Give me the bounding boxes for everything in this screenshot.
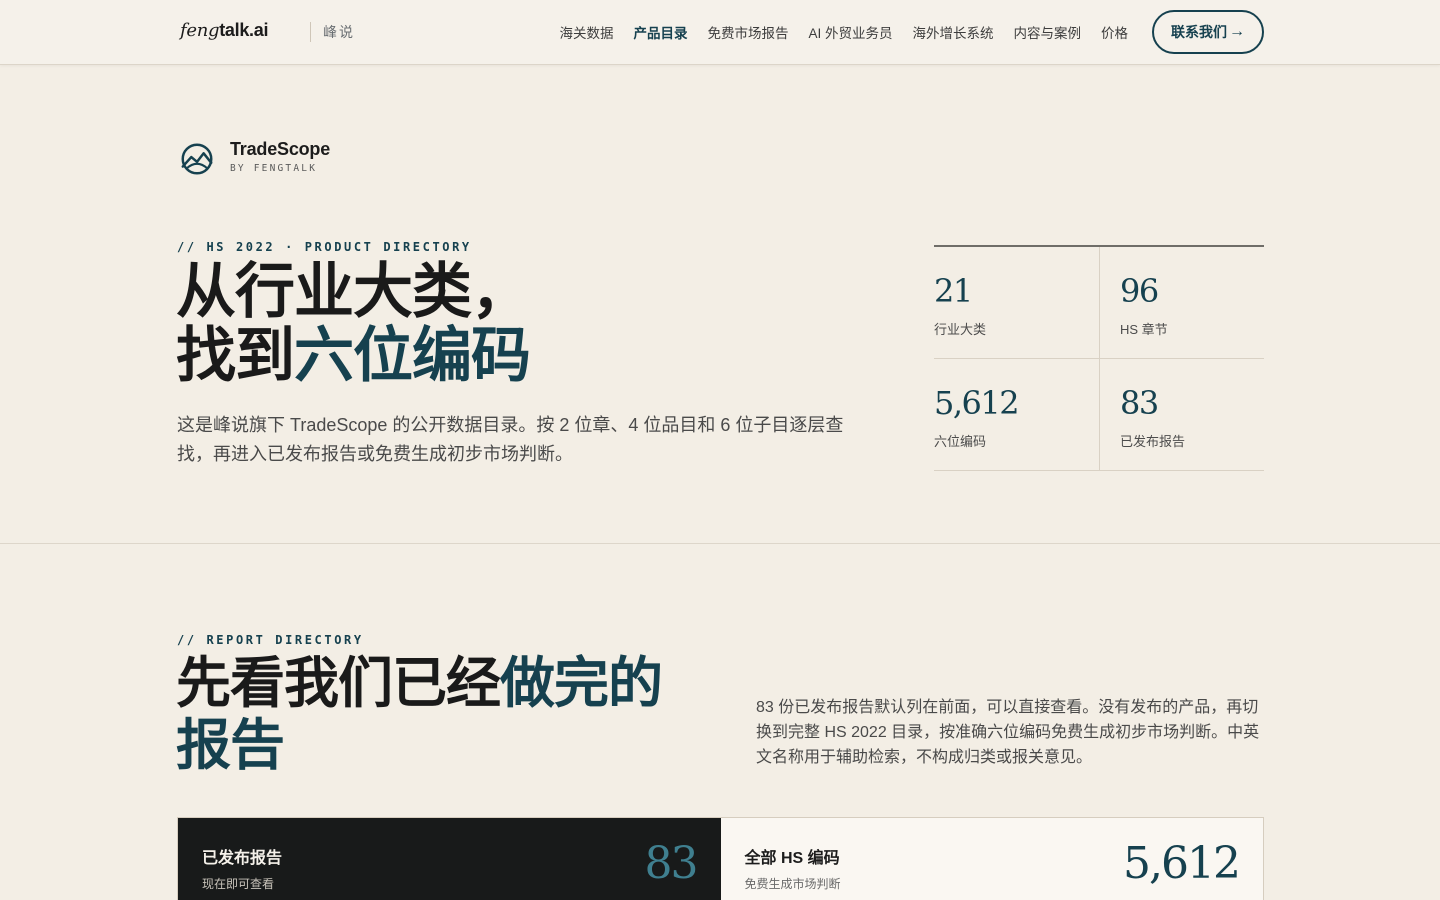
stat-card-categories: 21 行业大类: [934, 247, 1099, 359]
stat-label: 六位编码: [934, 434, 987, 449]
hero-title-line2-plain: 找到: [176, 322, 295, 389]
stat-card-published-reports: 83 已发布报告: [1099, 359, 1264, 471]
arrow-right-icon: →: [1229, 23, 1245, 40]
stat-value: 5,612: [934, 384, 1020, 422]
nav-item-product-catalog[interactable]: 产品目录: [633, 22, 687, 42]
tab-subtitle: 现在即可查看: [202, 877, 275, 891]
tab-count: 5,612: [1123, 838, 1241, 889]
logo-bold-part: talk.ai: [219, 20, 269, 40]
nav-item-content-cases[interactable]: 内容与案例: [1014, 22, 1082, 42]
product-name: TradeScope: [230, 139, 331, 159]
hero-eyebrow: // HS 2022 · PRODUCT DIRECTORY: [177, 240, 472, 254]
report-section-description: 83 份已发布报告默认列在前面，可以直接查看。没有发布的产品，再切换到完整 HS…: [756, 699, 1260, 766]
hero-title-line1: 从行业大类，: [176, 258, 531, 325]
stat-label: 已发布报告: [1120, 434, 1186, 449]
nav-item-free-market-report[interactable]: 免费市场报告: [707, 22, 788, 42]
brand-subtitle: 峰说: [310, 22, 355, 42]
stat-card-six-digit-codes: 5,612 六位编码: [934, 359, 1099, 471]
report-tabs: 已发布报告 现在即可查看 83 全部 HS 编码 免费生成市场判断 5,612: [177, 817, 1264, 900]
main-nav: 海关数据 产品目录 免费市场报告 AI 外贸业务员 海外增长系统 内容与案例 价…: [559, 0, 1128, 64]
report-title-plain: 先看我们已经: [176, 652, 501, 714]
stat-label: 行业大类: [934, 322, 987, 337]
tab-published-reports[interactable]: 已发布报告 现在即可查看 83: [178, 818, 721, 900]
tradescope-logo-icon: [181, 143, 213, 175]
nav-item-pricing[interactable]: 价格: [1101, 22, 1128, 42]
site-logo[interactable]: fengtalk.ai: [180, 20, 268, 41]
product-byline: BY FENGTALK: [230, 163, 318, 174]
hero-description: 这是峰说旗下 TradeScope 的公开数据目录。按 2 位章、4 位品目和 …: [177, 415, 844, 464]
contact-us-label: 联系我们: [1171, 24, 1227, 40]
nav-item-ai-sales-agent[interactable]: AI 外贸业务员: [808, 22, 892, 42]
stat-value: 96: [1120, 272, 1159, 310]
nav-item-customs-data[interactable]: 海关数据: [559, 22, 613, 42]
tab-title: 已发布报告: [202, 850, 283, 867]
hero-title-line2-accent: 六位编码: [294, 322, 531, 389]
stat-card-chapters: 96 HS 章节: [1099, 247, 1264, 359]
tab-all-hs-codes[interactable]: 全部 HS 编码 免费生成市场判断 5,612: [720, 818, 1263, 900]
top-navigation-bar: fengtalk.ai 峰说 海关数据 产品目录 免费市场报告 AI 外贸业务员…: [0, 0, 1440, 65]
report-eyebrow: // REPORT DIRECTORY: [177, 633, 364, 647]
tab-count: 83: [644, 838, 699, 889]
hero-title: 从行业大类， 找到六位编码: [176, 258, 531, 389]
nav-item-overseas-growth[interactable]: 海外增长系统: [913, 22, 994, 42]
stats-grid: 21 行业大类 96 HS 章节 5,612 六位编码 83 已发布报告: [934, 245, 1264, 471]
stat-value: 21: [934, 272, 973, 310]
stat-value: 83: [1120, 384, 1159, 422]
product-badge-text: TradeScope BY FENGTALK: [230, 138, 330, 174]
stat-label: HS 章节: [1120, 322, 1168, 337]
section-divider: [0, 543, 1440, 544]
logo-italic-part: feng: [180, 20, 220, 41]
contact-us-button[interactable]: 联系我们 →: [1152, 10, 1264, 54]
product-badge: TradeScope BY FENGTALK: [178, 138, 330, 178]
report-section-title: 先看我们已经做完的报告: [176, 652, 696, 776]
